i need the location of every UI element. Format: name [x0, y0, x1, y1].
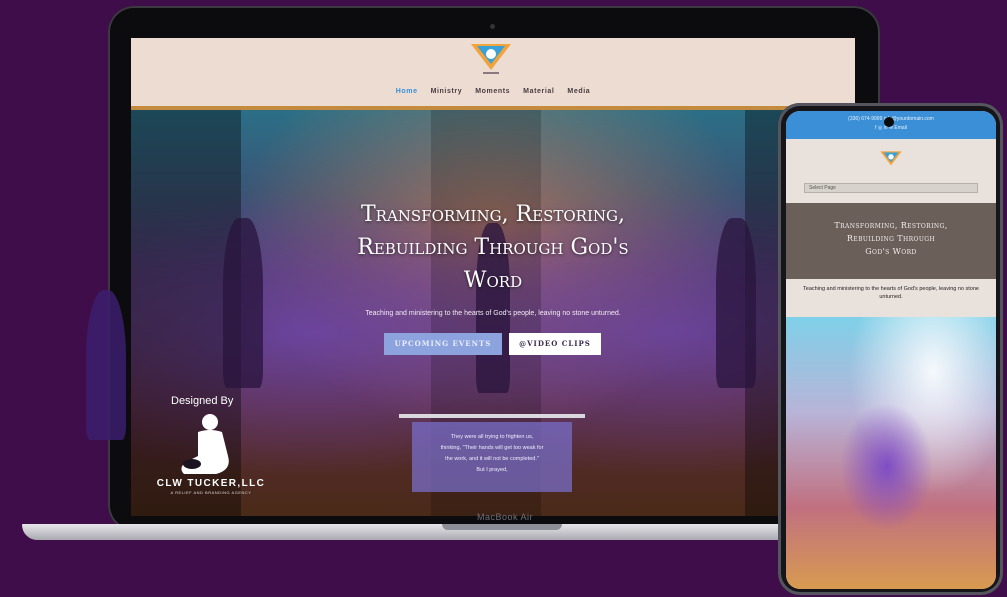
nav-material[interactable]: Material [523, 88, 554, 95]
hero-title-line: Rebuilding Through God's [357, 235, 629, 260]
hero-title: Transforming, Restoring, Rebuilding Thro… [291, 198, 695, 297]
nav-media[interactable]: Media [567, 88, 590, 95]
quote-divider [399, 414, 585, 418]
phone-hero-photo [786, 317, 996, 589]
phone-title-line: Transforming, Restoring, [834, 221, 948, 230]
designer-name: CLW TUCKER,LLC [156, 478, 266, 489]
phone-speaker-figure [86, 290, 126, 440]
designed-by-label: Designed By [171, 395, 234, 407]
scripture-quote: They were all trying to frighten us, thi… [412, 422, 572, 492]
hero-title-line: Transforming, Restoring, [361, 202, 625, 227]
phone-camera [884, 117, 894, 127]
speaker-figure-right [716, 218, 756, 388]
speaker-figure-left [223, 218, 263, 388]
phone-hero-subtitle: Teaching and ministering to the hearts o… [803, 286, 979, 300]
phone-title-line: Rebuilding Through [846, 234, 936, 243]
quote-line: But I prayed, [476, 467, 508, 473]
quote-line: the work, and it will not be completed." [445, 456, 539, 462]
nav-moments[interactable]: Moments [475, 88, 510, 95]
phone-screen: (336) 674-9999 info@yourdomain.com f ◎ i… [786, 111, 996, 589]
laptop-camera [490, 24, 495, 29]
phone-logo-icon[interactable] [876, 149, 906, 171]
phone-title-line: God's Word [865, 247, 917, 256]
main-nav: Home Ministry Moments Material Media [131, 88, 855, 95]
hero-title-line: Word [463, 268, 523, 293]
hero-subtitle: Teaching and ministering to the hearts o… [365, 310, 621, 317]
nav-home[interactable]: Home [396, 88, 418, 95]
designer-tagline: A RELIEF AND BRANDING AGENCY [170, 490, 252, 495]
video-clips-button[interactable]: @VIDEO CLIPS [509, 333, 601, 355]
laptop-hinge-notch [442, 524, 562, 530]
laptop-brand-label: MacBook Air [476, 512, 534, 522]
designer-logo-icon [181, 414, 229, 474]
phone-hero-title: Transforming, Restoring, Rebuilding Thro… [792, 219, 990, 258]
laptop-screen: Home Ministry Moments Material Media Tra… [131, 38, 855, 516]
nav-ministry[interactable]: Ministry [431, 88, 463, 95]
ministry-logo-icon[interactable] [463, 40, 519, 80]
upcoming-events-button[interactable]: UPCOMING EVENTS [384, 333, 502, 355]
quote-line: They were all trying to frighten us, [450, 434, 534, 440]
select-page-dropdown[interactable]: Select Page [804, 183, 978, 193]
quote-line: thinking, "Their hands will get too weak… [440, 445, 544, 451]
